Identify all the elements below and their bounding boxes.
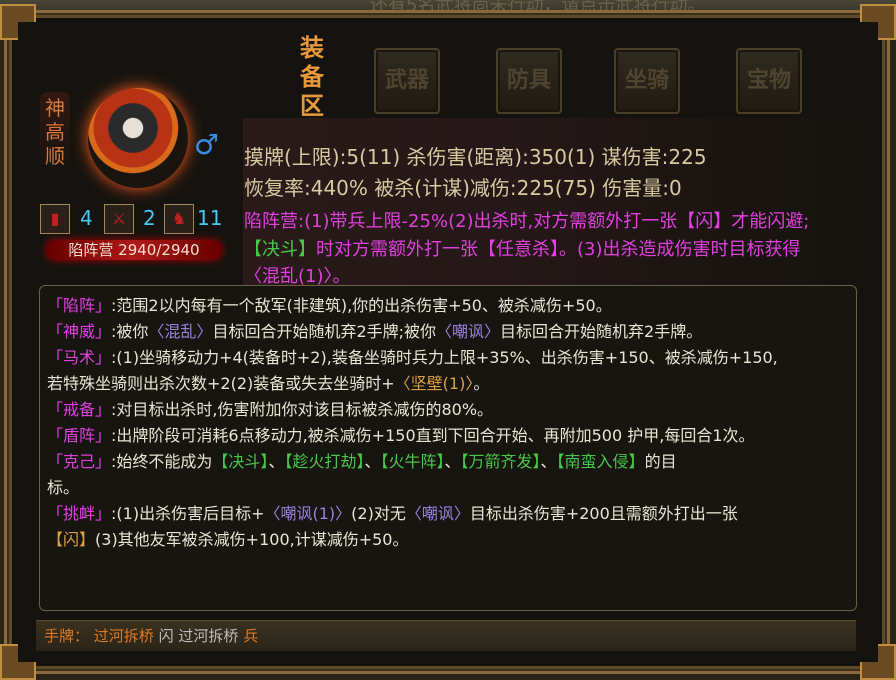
move-count: 11 (197, 206, 223, 230)
hand-count: 4 (80, 206, 93, 230)
equipment-title: 装备区 (300, 34, 324, 120)
hand-label: 手牌： (44, 627, 90, 645)
horse-icon: ♞ (164, 204, 194, 234)
skill-xianzhen: 「陷阵」:范围2以内每有一个敌军(非建筑),你的出杀伤害+50、被杀减伤+50。 (47, 296, 612, 315)
skill-keji: 「克己」:始终不能成为【决斗】、【趁火打劫】、【火牛阵】、【万箭齐发】、【南蛮入… (47, 452, 677, 471)
sword-icon: ⚔ (104, 204, 134, 234)
skill-dunzhen: 「盾阵」:出牌阶段可消耗6点移动力,被杀减伤+150直到下回合开始、再附加500… (47, 426, 755, 445)
hand-card[interactable]: 兵 (243, 627, 258, 645)
skill-shenwei: 「神威」:被你〈混乱〉目标回合开始随机弃2手牌;被你〈嘲讽〉目标回合开始随机弃2… (47, 322, 703, 341)
skill-keji-cont: 标。 (47, 478, 80, 497)
weapon-slot[interactable]: 武器 (374, 48, 440, 114)
skill-tiaoxin-cont: 【闪】(3)其他友军被杀减伤+100,计谋减伤+50。 (47, 530, 409, 549)
card-icon: ▮ (40, 204, 70, 234)
skill-jiebei: 「戒备」:对目标出杀时,伤害附加你对该目标被杀减伤的80%。 (47, 400, 494, 419)
male-icon: ♂ (194, 128, 220, 161)
stats-line-2: 恢复率:440% 被杀(计谋)减伤:225(75) 伤害量:0 (244, 176, 682, 200)
mount-slot[interactable]: 坐骑 (614, 48, 680, 114)
troop-label: 陷阵营 2940/2940 (68, 241, 200, 259)
skill-mashu: 「马术」:(1)坐骑移动力+4(装备时+2),装备坐骑时兵力上限+35%、出杀伤… (47, 348, 778, 367)
troop-desc-line-1: 陷阵营:(1)带兵上限-25%(2)出杀时,对方需额外打一张【闪】才能闪避; (244, 211, 810, 232)
hand-card[interactable]: 过河拆桥 (178, 627, 238, 645)
skill-tiaoxin: 「挑衅」:(1)出杀伤害后目标+〈嘲讽(1)〉(2)对无〈嘲讽〉目标出杀伤害+2… (47, 504, 738, 523)
armor-slot[interactable]: 防具 (496, 48, 562, 114)
attack-count: 2 (143, 206, 156, 230)
stats-line-1: 摸牌(上限):5(11) 杀伤害(距离):350(1) 谋伤害:225 (244, 145, 707, 169)
troop-desc-line-2: 【决斗】时对方需额外打一张【任意杀】。(3)出杀造成伤害时目标获得 (244, 239, 801, 260)
treasure-slot[interactable]: 宝物 (736, 48, 802, 114)
hero-portrait[interactable] (88, 88, 188, 188)
hand-card[interactable]: 闪 (159, 627, 174, 645)
skill-mashu-cont: 若特殊坐骑则出杀次数+2(2)装备或失去坐骑时+〈坚壁(1)〉。 (47, 374, 490, 393)
hero-name: 神高顺 (40, 92, 70, 172)
hand-card[interactable]: 过河拆桥 (94, 627, 154, 645)
hand-cards: 手牌： 过河拆桥 闪 过河拆桥 兵 (44, 625, 258, 646)
